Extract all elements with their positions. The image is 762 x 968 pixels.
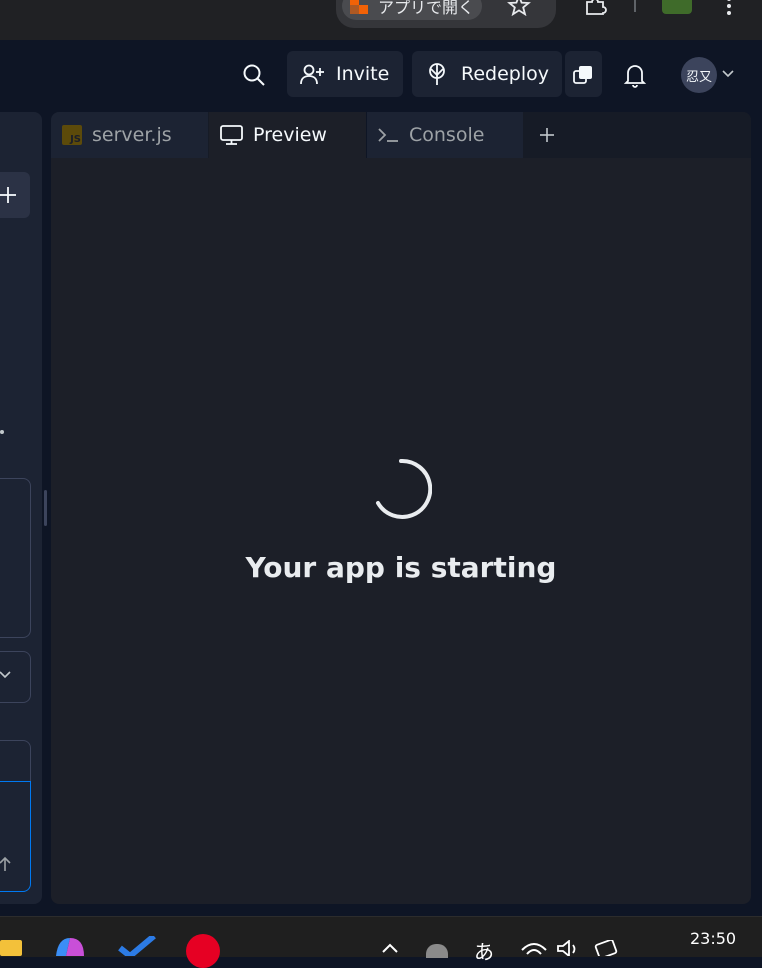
tab-separator	[366, 112, 367, 158]
file-explorer-icon[interactable]	[0, 940, 22, 956]
loading-spinner-icon	[370, 458, 432, 520]
terminal-icon	[378, 126, 400, 144]
panel-dot	[0, 430, 4, 434]
search-icon[interactable]	[242, 63, 266, 87]
toolbar-divider	[634, 0, 636, 12]
volume-icon[interactable]	[556, 940, 582, 956]
chevron-down-icon[interactable]	[721, 68, 735, 80]
todo-check-icon[interactable]	[118, 936, 158, 956]
bookmark-star-icon[interactable]	[507, 0, 531, 16]
app-starting-text: Your app is starting	[245, 551, 557, 584]
js-file-icon: JS	[62, 125, 82, 145]
add-user-icon	[299, 62, 327, 86]
profile-icon[interactable]	[662, 0, 692, 14]
invite-label[interactable]: Invite	[336, 63, 389, 85]
side-input-header	[0, 740, 31, 782]
resize-handle[interactable]	[44, 490, 47, 526]
open-in-app-label[interactable]: アプリで開く	[378, 0, 474, 18]
taskbar-clock[interactable]: 23:50	[690, 929, 736, 948]
monitor-icon	[220, 124, 244, 146]
app-logo-icon	[350, 0, 368, 14]
plus-icon	[0, 186, 18, 204]
deploy-icon	[424, 61, 450, 87]
arrow-up-icon[interactable]	[0, 856, 12, 872]
tab-label[interactable]: Console	[409, 124, 484, 146]
extensions-icon[interactable]	[583, 0, 609, 16]
copilot-icon[interactable]	[52, 936, 88, 956]
wifi-icon[interactable]	[520, 940, 548, 956]
tab-label[interactable]: server.js	[92, 124, 172, 146]
copy-icon	[572, 65, 594, 85]
new-tab-plus-icon[interactable]	[538, 126, 556, 144]
bell-icon[interactable]	[623, 62, 647, 88]
side-input[interactable]	[0, 781, 31, 892]
ime-indicator[interactable]: あ	[474, 936, 494, 965]
redeploy-label[interactable]: Redeploy	[461, 63, 549, 85]
more-vert-icon[interactable]	[724, 0, 734, 16]
tray-chevron-up-icon[interactable]	[380, 940, 400, 956]
battery-icon[interactable]	[594, 940, 620, 956]
pinterest-icon[interactable]	[186, 934, 220, 968]
avatar[interactable]: 忍又	[681, 57, 717, 93]
chevron-down-icon	[0, 670, 12, 680]
tab-label[interactable]: Preview	[253, 124, 327, 146]
